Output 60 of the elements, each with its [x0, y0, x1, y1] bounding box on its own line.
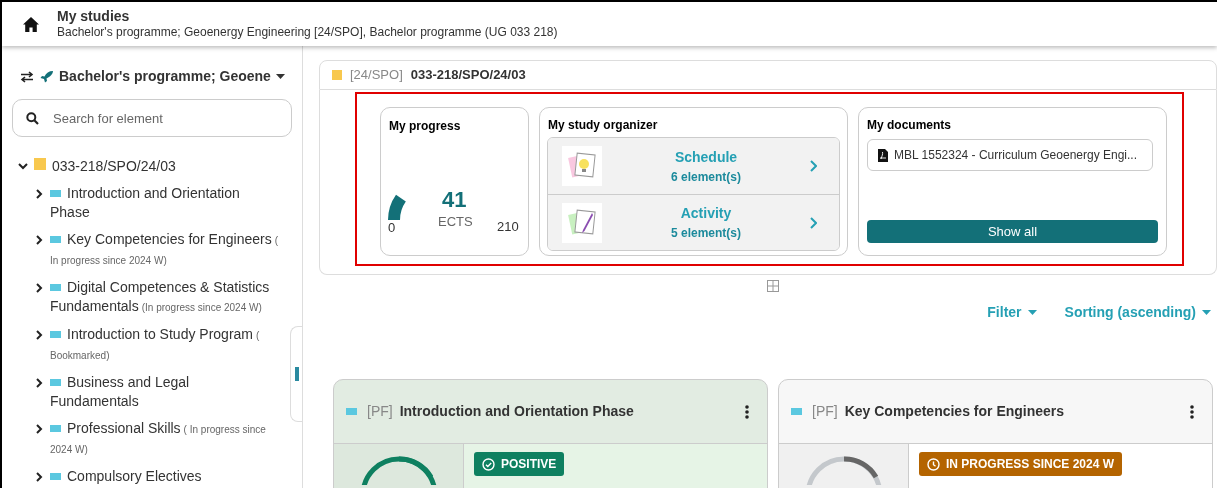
tree-item[interactable]: 033-218/SPO/24/03 — [34, 157, 278, 176]
chevron-right-icon[interactable] — [35, 234, 43, 245]
grid-icon[interactable] — [767, 280, 779, 292]
search-icon — [26, 112, 39, 125]
chevron-right-icon — [810, 160, 817, 172]
tree-item[interactable]: Professional Skills ( In progress since 2024 W) — [50, 419, 278, 459]
card-code: [PF] — [812, 402, 838, 421]
marker-icon — [346, 408, 357, 415]
gauge-max-label: 210 — [497, 218, 519, 236]
more-icon[interactable] — [745, 404, 749, 419]
tree-item[interactable]: Compulsory Electives — [50, 467, 278, 486]
card-title: My documents — [867, 117, 952, 134]
card-title: My study organizer — [547, 117, 659, 134]
chevron-right-icon[interactable] — [35, 188, 43, 199]
check-circle-icon — [482, 457, 495, 471]
rocket-icon — [40, 69, 54, 84]
notes-bulb-icon — [562, 146, 602, 186]
chevron-down-icon[interactable] — [18, 163, 28, 170]
chevron-right-icon[interactable] — [35, 377, 43, 388]
clock-icon — [927, 457, 940, 471]
ects-label: ECTS — [438, 213, 473, 231]
chevron-right-icon[interactable] — [35, 282, 43, 293]
swap-icon[interactable] — [20, 70, 34, 83]
more-icon[interactable] — [1190, 404, 1194, 419]
search-field[interactable]: Search for element — [12, 99, 292, 137]
marker-icon — [791, 408, 802, 415]
notes-pencil-icon — [562, 202, 602, 243]
caret-icon — [1202, 310, 1211, 315]
folder-marker-icon — [332, 70, 342, 80]
caret-icon — [275, 74, 285, 79]
status-badge: POSITIVE — [474, 452, 565, 476]
resize-handle[interactable] — [290, 326, 302, 422]
pdf-file-icon — [878, 148, 888, 162]
organizer-item[interactable]: Activity 5 element(s) — [548, 194, 839, 250]
page-title: My studies — [57, 7, 131, 26]
tree-item[interactable]: Introduction and Orientation Phase — [50, 184, 278, 222]
gauge-min-label: 0 — [388, 219, 396, 237]
breadcrumb-title: 033-218/SPO/24/03 — [410, 66, 526, 85]
home-icon[interactable] — [23, 16, 39, 32]
chevron-right-icon — [810, 216, 817, 229]
document-link[interactable]: MBL 1552324 - Curriculum Geoenergy Engi... — [867, 139, 1153, 171]
chevron-right-icon[interactable] — [35, 329, 43, 340]
chevron-right-icon[interactable] — [35, 471, 43, 482]
chevron-right-icon[interactable] — [35, 423, 43, 434]
page-subtitle: Bachelor's programme; Geoenergy Engineering [24/SPO], Bachelor programme (UG 033 218) — [57, 25, 558, 41]
tree-item[interactable]: Key Competencies for Engineers ( In progress since 2024 W) — [50, 230, 278, 270]
card-code: [PF] — [367, 402, 393, 421]
ects-value: 41 — [442, 186, 467, 214]
tree-item[interactable]: Introduction to Study Program ( Bookmarked) — [50, 325, 278, 365]
show-all-button[interactable]: Show all — [867, 220, 1158, 243]
organizer-item[interactable]: Schedule 6 element(s) — [548, 138, 839, 194]
caret-icon — [1027, 310, 1037, 315]
program-dropdown[interactable]: Bachelor's programme; Geoene — [40, 66, 285, 87]
tree-item[interactable]: Digital Competences & Statistics Fundamentals (In progress since 2024 W) — [50, 278, 278, 317]
card-title: Key Competencies for Engineers — [844, 402, 1066, 421]
card-title: My progress — [389, 118, 461, 135]
status-badge: IN PROGRESS SINCE 2024 W — [919, 452, 1123, 476]
breadcrumb-code: [24/SPO] — [350, 66, 403, 85]
card-title: Introduction and Orientation Phase — [399, 402, 635, 421]
tree-item[interactable]: Business and Legal Fundamentals — [50, 373, 278, 411]
